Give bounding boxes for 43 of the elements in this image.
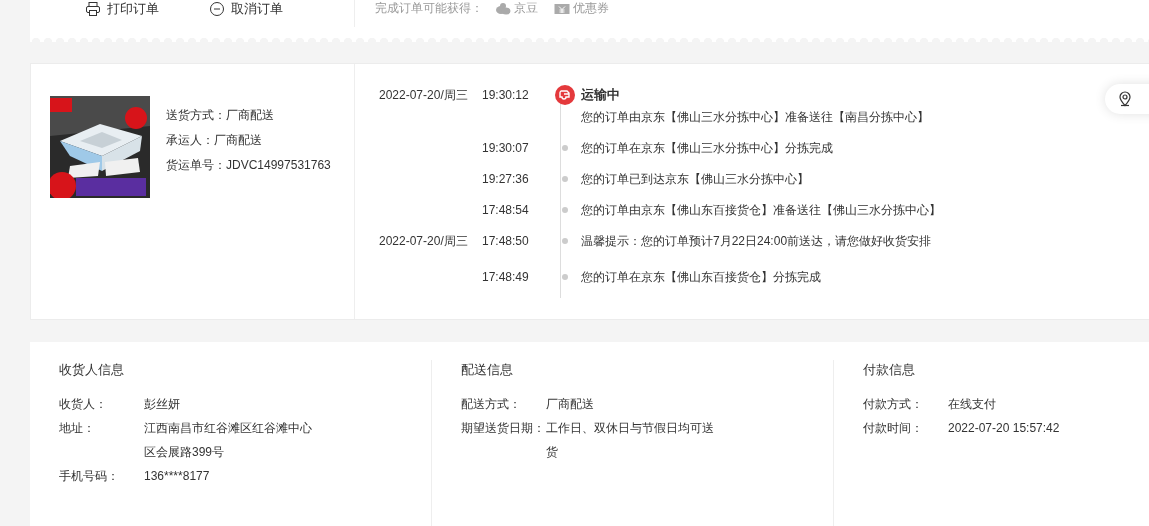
event-text: 温馨提示：您的订单预计7月22日24:00前送达，请您做好收货安排 [581, 233, 932, 250]
reward-label: 京豆 [514, 0, 538, 17]
field-value: 2022-07-20 15:57:42 [948, 420, 1061, 437]
event-text: 您的订单由京东【佛山东百接货仓】准备送往【佛山三水分拣中心】 [581, 202, 941, 219]
event-time: 17:48:49 [482, 269, 530, 286]
action-button[interactable]: 取消订单 [209, 0, 283, 17]
shipment-detail: 送货方式：厂商配送 [166, 107, 275, 124]
event-text: 您的订单已到达京东【佛山三水分拣中心】 [581, 171, 809, 188]
field-label: 付款时间： [863, 420, 924, 437]
section-title: 收货人信息 [59, 361, 125, 379]
rewards-label: 完成订单可能获得： [375, 0, 483, 17]
field-value: 工作日、双休日与节假日均可送货 [546, 420, 715, 461]
location-pin-icon [1117, 90, 1133, 108]
reward-label: 优惠券 [573, 0, 609, 17]
field-value: 136****8177 [144, 468, 211, 485]
field-value: 厂商配送 [546, 396, 595, 413]
field-value: 在线支付 [948, 396, 997, 413]
event-text: 您的订单在京东【佛山东百接货仓】分拣完成 [581, 269, 821, 286]
shipment-detail: 承运人：厂商配送 [166, 132, 263, 149]
event-time: 17:48:54 [482, 202, 530, 219]
field-label: 期望送货日期： [461, 420, 546, 437]
event-time: 19:30:07 [482, 140, 530, 157]
status-title: 运输中 [581, 86, 621, 104]
event-time: 19:27:36 [482, 171, 530, 188]
field-label: 配送方式： [461, 396, 522, 413]
action-button[interactable]: 打印订单 [85, 0, 159, 17]
field-value: 江西南昌市红谷滩区红谷滩中心区会展路399号 [144, 420, 313, 461]
event-time: 19:30:12 [482, 87, 530, 104]
shipment-detail: 货运单号：JDVC14997531763 [166, 157, 331, 174]
section-title: 付款信息 [863, 361, 916, 379]
event-date: 2022-07-20/周三 [379, 87, 469, 104]
event-text: 您的订单由京东【佛山三水分拣中心】准备送往【南昌分拣中心】 [581, 109, 929, 126]
field-label: 付款方式： [863, 396, 924, 413]
field-label: 地址： [59, 420, 96, 437]
field-label: 手机号码： [59, 468, 120, 485]
section-title: 配送信息 [461, 361, 514, 379]
field-label: 收货人： [59, 396, 108, 413]
event-date: 2022-07-20/周三 [379, 233, 469, 250]
field-value: 彭丝妍 [144, 396, 181, 413]
bean-icon [495, 0, 511, 17]
event-time: 17:48:50 [482, 233, 530, 250]
event-text: 您的订单在京东【佛山三水分拣中心】分拣完成 [581, 140, 833, 157]
minus-circle-icon [209, 0, 225, 17]
